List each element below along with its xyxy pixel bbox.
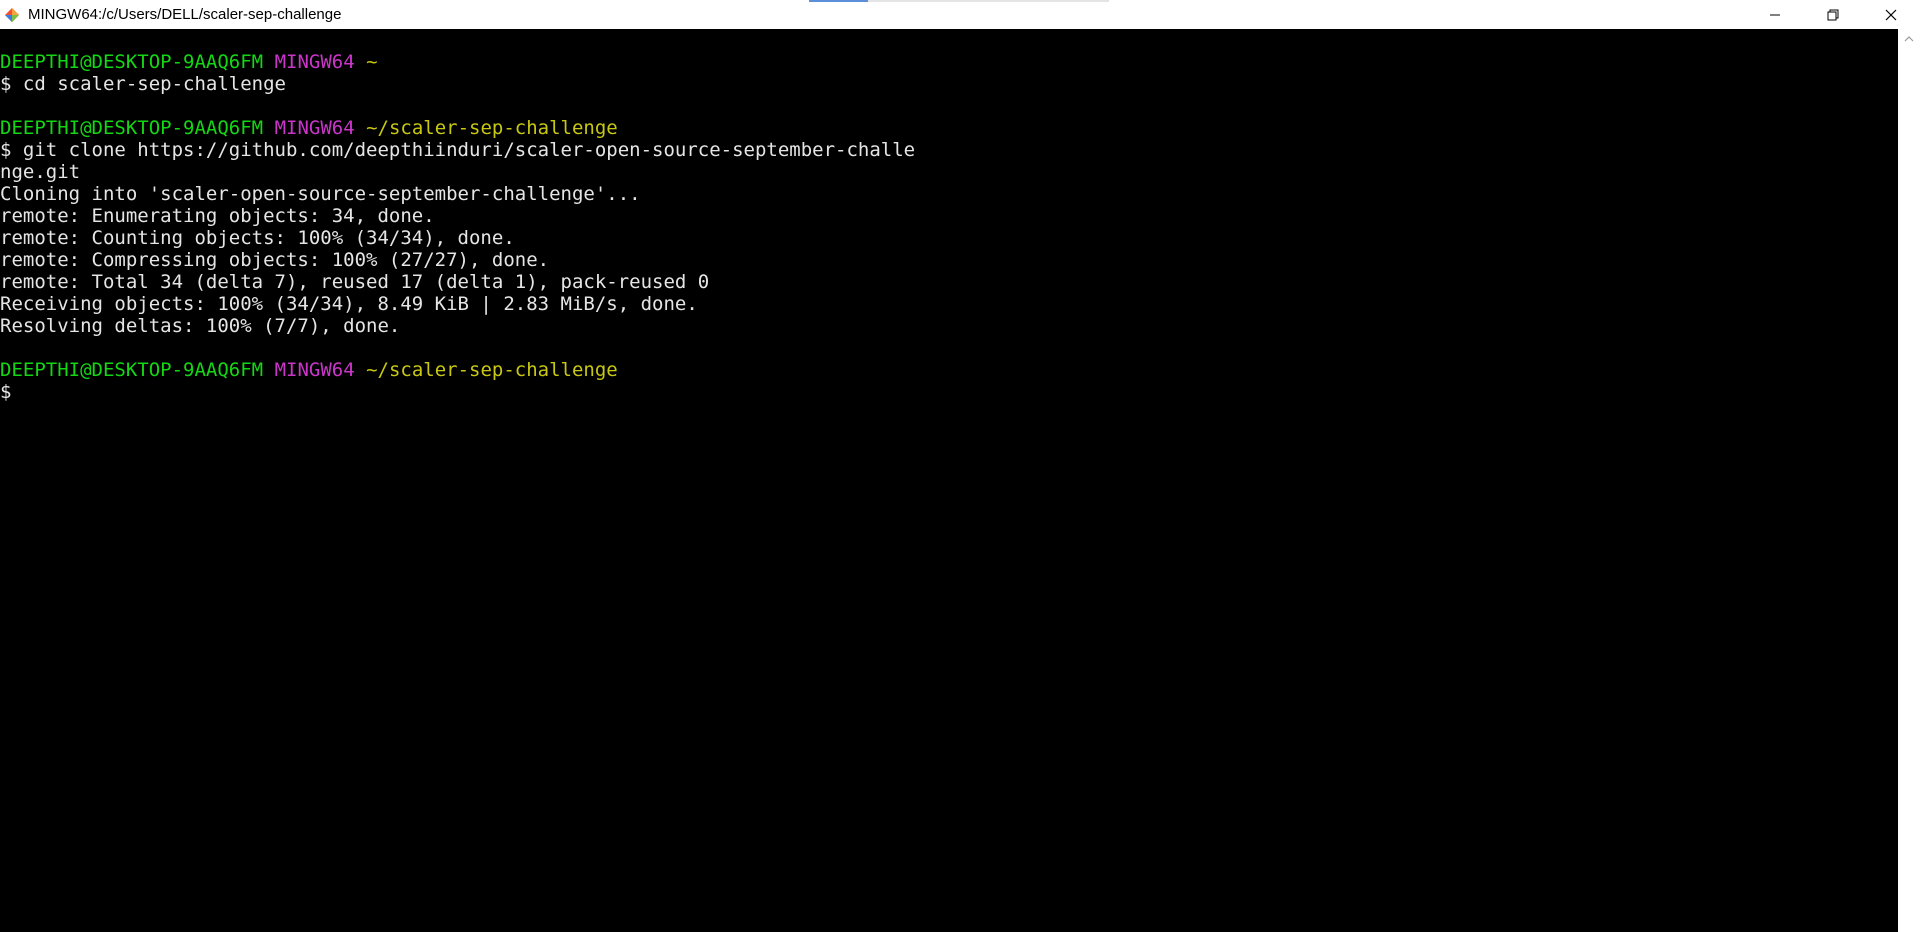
command-input-line[interactable]: $ [0,381,1898,403]
restore-button[interactable] [1804,0,1862,29]
terminal-output[interactable]: DEEPTHI@DESKTOP-9AAQ6FM MINGW64 ~ $ cd s… [0,29,1898,932]
scroll-up-button[interactable] [1898,29,1920,49]
prompt-line: DEEPTHI@DESKTOP-9AAQ6FM MINGW64 ~/scaler… [0,117,1898,139]
git-bash-icon[interactable] [2,5,22,25]
close-icon [1885,9,1897,20]
prompt-line: DEEPTHI@DESKTOP-9AAQ6FM MINGW64 ~/scaler… [0,359,1898,381]
prompt-path: ~/scaler-sep-challenge [366,359,618,381]
title-tab-active-indicator [809,0,868,2]
output-line: Receiving objects: 100% (34/34), 8.49 Ki… [0,293,698,315]
prompt-path: ~/scaler-sep-challenge [366,117,618,139]
prompt-path: ~ [366,51,378,73]
prompt-user-host: DEEPTHI@DESKTOP-9AAQ6FM [0,51,264,73]
output-line: remote: Enumerating objects: 34, done. [0,205,435,227]
terminal-window: MINGW64:/c/Users/DELL/scaler-sep-challen… [0,0,1920,932]
vertical-scrollbar[interactable] [1898,29,1920,932]
command-line: $ git clone https://github.com/deepthiin… [0,139,916,161]
close-button[interactable] [1862,0,1920,29]
command-line: $ cd scaler-sep-challenge [0,73,286,95]
window-title: MINGW64:/c/Users/DELL/scaler-sep-challen… [28,6,342,23]
minimize-button[interactable] [1746,0,1804,29]
output-line: Resolving deltas: 100% (7/7), done. [0,315,401,337]
chevron-up-icon [1904,36,1914,42]
prompt-shell: MINGW64 [274,51,355,73]
output-line: remote: Compressing objects: 100% (27/27… [0,249,550,271]
restore-icon [1827,9,1839,20]
prompt-line: DEEPTHI@DESKTOP-9AAQ6FM MINGW64 ~ [0,51,1898,73]
minimize-icon [1770,14,1780,15]
prompt-user-host: DEEPTHI@DESKTOP-9AAQ6FM [0,117,264,139]
output-line: remote: Total 34 (delta 7), reused 17 (d… [0,271,710,293]
title-bar[interactable]: MINGW64:/c/Users/DELL/scaler-sep-challen… [0,0,1920,29]
output-line: remote: Counting objects: 100% (34/34), … [0,227,515,249]
title-tab-strip [809,0,1109,2]
window-controls [1746,0,1920,29]
command-line-wrap: nge.git [0,161,81,183]
prompt-shell: MINGW64 [274,117,355,139]
output-line: Cloning into 'scaler-open-source-septemb… [0,183,641,205]
prompt-user-host: DEEPTHI@DESKTOP-9AAQ6FM [0,359,264,381]
prompt-shell: MINGW64 [274,359,355,381]
